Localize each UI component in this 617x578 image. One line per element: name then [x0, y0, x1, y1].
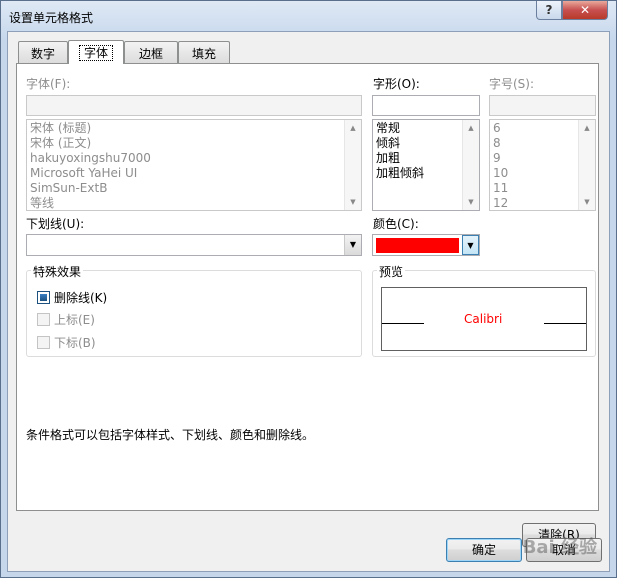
preview-box: Calibri [381, 287, 587, 351]
title-bar: 设置单元格格式 ? ✕ [1, 1, 616, 29]
superscript-label: 上标(E) [54, 312, 95, 327]
scroll-down-icon[interactable]: ▼ [463, 194, 479, 210]
size-label: 字号(S): [489, 77, 535, 91]
list-item[interactable]: hakuyoxingshu7000 [27, 151, 361, 166]
effects-title: 特殊效果 [31, 263, 84, 280]
format-cells-dialog: 设置单元格格式 ? ✕ 数字 字体 边框 填充 字体(F): 宋体 (标题) 宋… [0, 0, 617, 578]
ok-button[interactable]: 确定 [446, 538, 522, 562]
tab-border-label: 边框 [138, 47, 163, 61]
dialog-client: 数字 字体 边框 填充 字体(F): 宋体 (标题) 宋体 (正文) hakuy… [7, 31, 610, 572]
list-item[interactable]: Microsoft YaHei UI [27, 166, 361, 181]
effects-group: 特殊效果 删除线(K) 上标(E) 下标(B) [26, 263, 362, 357]
superscript-checkbox[interactable]: 上标(E) [37, 311, 95, 327]
tab-number-label: 数字 [30, 47, 55, 61]
checkbox-icon [37, 312, 50, 326]
color-label: 颜色(C): [373, 217, 419, 231]
tab-font-label: 字体 [78, 45, 113, 61]
strikethrough-label: 删除线(K) [54, 290, 108, 305]
preview-baseline-right [544, 323, 586, 324]
tab-font[interactable]: 字体 [68, 40, 124, 64]
font-tab-panel: 字体(F): 宋体 (标题) 宋体 (正文) hakuyoxingshu7000… [16, 63, 599, 547]
tab-border[interactable]: 边框 [124, 41, 178, 63]
style-list[interactable]: 常规 倾斜 加粗 加粗倾斜 ▲ ▼ [372, 119, 480, 211]
scroll-down-icon[interactable]: ▼ [579, 194, 595, 210]
tab-fill-label: 填充 [191, 47, 216, 61]
watermark-logo: Bai 经验 [522, 537, 597, 558]
color-select[interactable]: ▼ [372, 234, 480, 256]
scroll-up-icon[interactable]: ▲ [345, 120, 361, 136]
font-list[interactable]: 宋体 (标题) 宋体 (正文) hakuyoxingshu7000 Micros… [26, 119, 362, 211]
subscript-checkbox[interactable]: 下标(B) [37, 334, 96, 350]
tab-fill[interactable]: 填充 [178, 41, 230, 63]
list-item[interactable]: 宋体 (标题) [27, 121, 361, 136]
checkbox-checked-icon [37, 290, 50, 304]
dialog-title: 设置单元格格式 [9, 11, 94, 25]
font-input[interactable] [26, 95, 362, 116]
info-text: 条件格式可以包括字体样式、下划线、颜色和删除线。 [26, 428, 315, 442]
list-item[interactable]: 宋体 (正文) [27, 136, 361, 151]
color-swatch [376, 238, 459, 253]
checkbox-icon [37, 335, 50, 349]
scroll-up-icon[interactable]: ▲ [579, 120, 595, 136]
scroll-down-icon[interactable]: ▼ [345, 194, 361, 210]
style-input[interactable] [372, 95, 480, 116]
close-icon: ✕ [579, 3, 591, 17]
preview-title: 预览 [377, 263, 406, 280]
strikethrough-checkbox[interactable]: 删除线(K) [37, 289, 107, 305]
list-item[interactable]: SimSun-ExtB [27, 181, 361, 196]
scroll-up-icon[interactable]: ▲ [463, 120, 479, 136]
preview-baseline-left [382, 323, 424, 324]
preview-sample-text: Calibri [464, 312, 503, 326]
close-button[interactable]: ✕ [562, 1, 608, 20]
font-list-scrollbar[interactable]: ▲ ▼ [344, 120, 361, 210]
size-list-scrollbar[interactable]: ▲ ▼ [578, 120, 595, 210]
preview-group: 预览 Calibri [372, 263, 596, 357]
style-label: 字形(O): [373, 77, 420, 91]
tab-number[interactable]: 数字 [18, 41, 68, 63]
help-icon: ? [545, 3, 553, 17]
underline-select[interactable]: ▼ [26, 234, 362, 256]
font-label: 字体(F): [26, 77, 71, 91]
chevron-down-icon[interactable]: ▼ [462, 235, 479, 255]
list-item[interactable]: 等线 [27, 196, 361, 210]
help-button[interactable]: ? [536, 1, 562, 20]
subscript-label: 下标(B) [54, 335, 96, 350]
chevron-down-icon[interactable]: ▼ [344, 235, 361, 255]
size-list[interactable]: 6 8 9 10 11 12 ▲ ▼ [489, 119, 596, 211]
style-list-scrollbar[interactable]: ▲ ▼ [462, 120, 479, 210]
size-input[interactable] [489, 95, 596, 116]
underline-label: 下划线(U): [26, 217, 85, 231]
